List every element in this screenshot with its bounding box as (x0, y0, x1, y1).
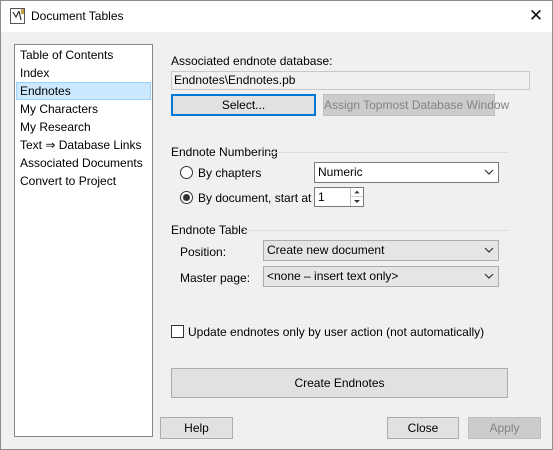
document-tables-dialog: Document Tables ✕ Table of Contents Inde… (0, 0, 553, 450)
help-button[interactable]: Help (160, 417, 233, 439)
select-database-button[interactable]: Select... (171, 94, 316, 116)
database-path-field: Endnotes\Endnotes.pb (171, 71, 530, 90)
app-icon (10, 8, 25, 24)
by-document-label: By document, start at (198, 191, 312, 205)
radio-selected-dot (183, 194, 190, 201)
endnote-table-group-label: Endnote Table (171, 223, 248, 237)
stepper-down-icon[interactable] (351, 197, 363, 206)
database-label: Associated endnote database: (171, 54, 333, 68)
stepper-up-icon[interactable] (351, 188, 363, 197)
position-value: Create new document (267, 243, 385, 257)
assign-topmost-database-button[interactable]: Assign Topmost Database Window (323, 94, 509, 116)
tables-nav-list: Table of Contents Index Endnotes My Char… (14, 44, 153, 437)
position-select[interactable]: Create new document (263, 240, 499, 261)
window-title: Document Tables (31, 9, 124, 23)
chevron-down-icon (484, 273, 494, 279)
nav-item-associated-documents[interactable]: Associated Documents (16, 154, 151, 172)
chevron-down-icon (484, 247, 494, 253)
chevron-down-icon (484, 169, 494, 175)
nav-item-table-of-contents[interactable]: Table of Contents (16, 46, 151, 64)
by-chapters-radio[interactable] (180, 166, 193, 179)
numbering-style-select[interactable]: Numeric (314, 162, 499, 183)
close-button[interactable]: Close (387, 417, 459, 439)
by-chapters-label: By chapters (198, 166, 262, 180)
start-at-value: 1 (318, 190, 325, 204)
master-page-label: Master page: (180, 271, 251, 285)
nav-item-endnotes[interactable]: Endnotes (16, 82, 151, 100)
apply-button[interactable]: Apply (468, 417, 541, 439)
numbering-style-value: Numeric (318, 165, 363, 179)
create-endnotes-button[interactable]: Create Endnotes (171, 368, 508, 398)
nav-item-my-research[interactable]: My Research (16, 118, 151, 136)
endnote-numbering-group-label: Endnote Numbering (171, 145, 278, 159)
by-document-radio[interactable] (180, 191, 193, 204)
numbering-group-divider (269, 152, 509, 153)
nav-item-my-characters[interactable]: My Characters (16, 100, 151, 118)
stepper-buttons (350, 188, 363, 206)
table-group-divider (244, 230, 509, 231)
start-at-stepper[interactable]: 1 (314, 187, 364, 207)
nav-item-text-database-links[interactable]: Text ⇒ Database Links (16, 136, 151, 154)
close-window-icon[interactable]: ✕ (521, 6, 551, 28)
master-page-value: <none – insert text only> (267, 269, 399, 283)
nav-item-convert-to-project[interactable]: Convert to Project (16, 172, 151, 190)
master-page-select[interactable]: <none – insert text only> (263, 266, 499, 287)
nav-item-index[interactable]: Index (16, 64, 151, 82)
update-by-user-action-checkbox[interactable] (171, 325, 184, 338)
title-bar: Document Tables ✕ (1, 1, 552, 32)
position-label: Position: (180, 245, 227, 259)
update-by-user-action-label: Update endnotes only by user action (not… (188, 325, 485, 339)
